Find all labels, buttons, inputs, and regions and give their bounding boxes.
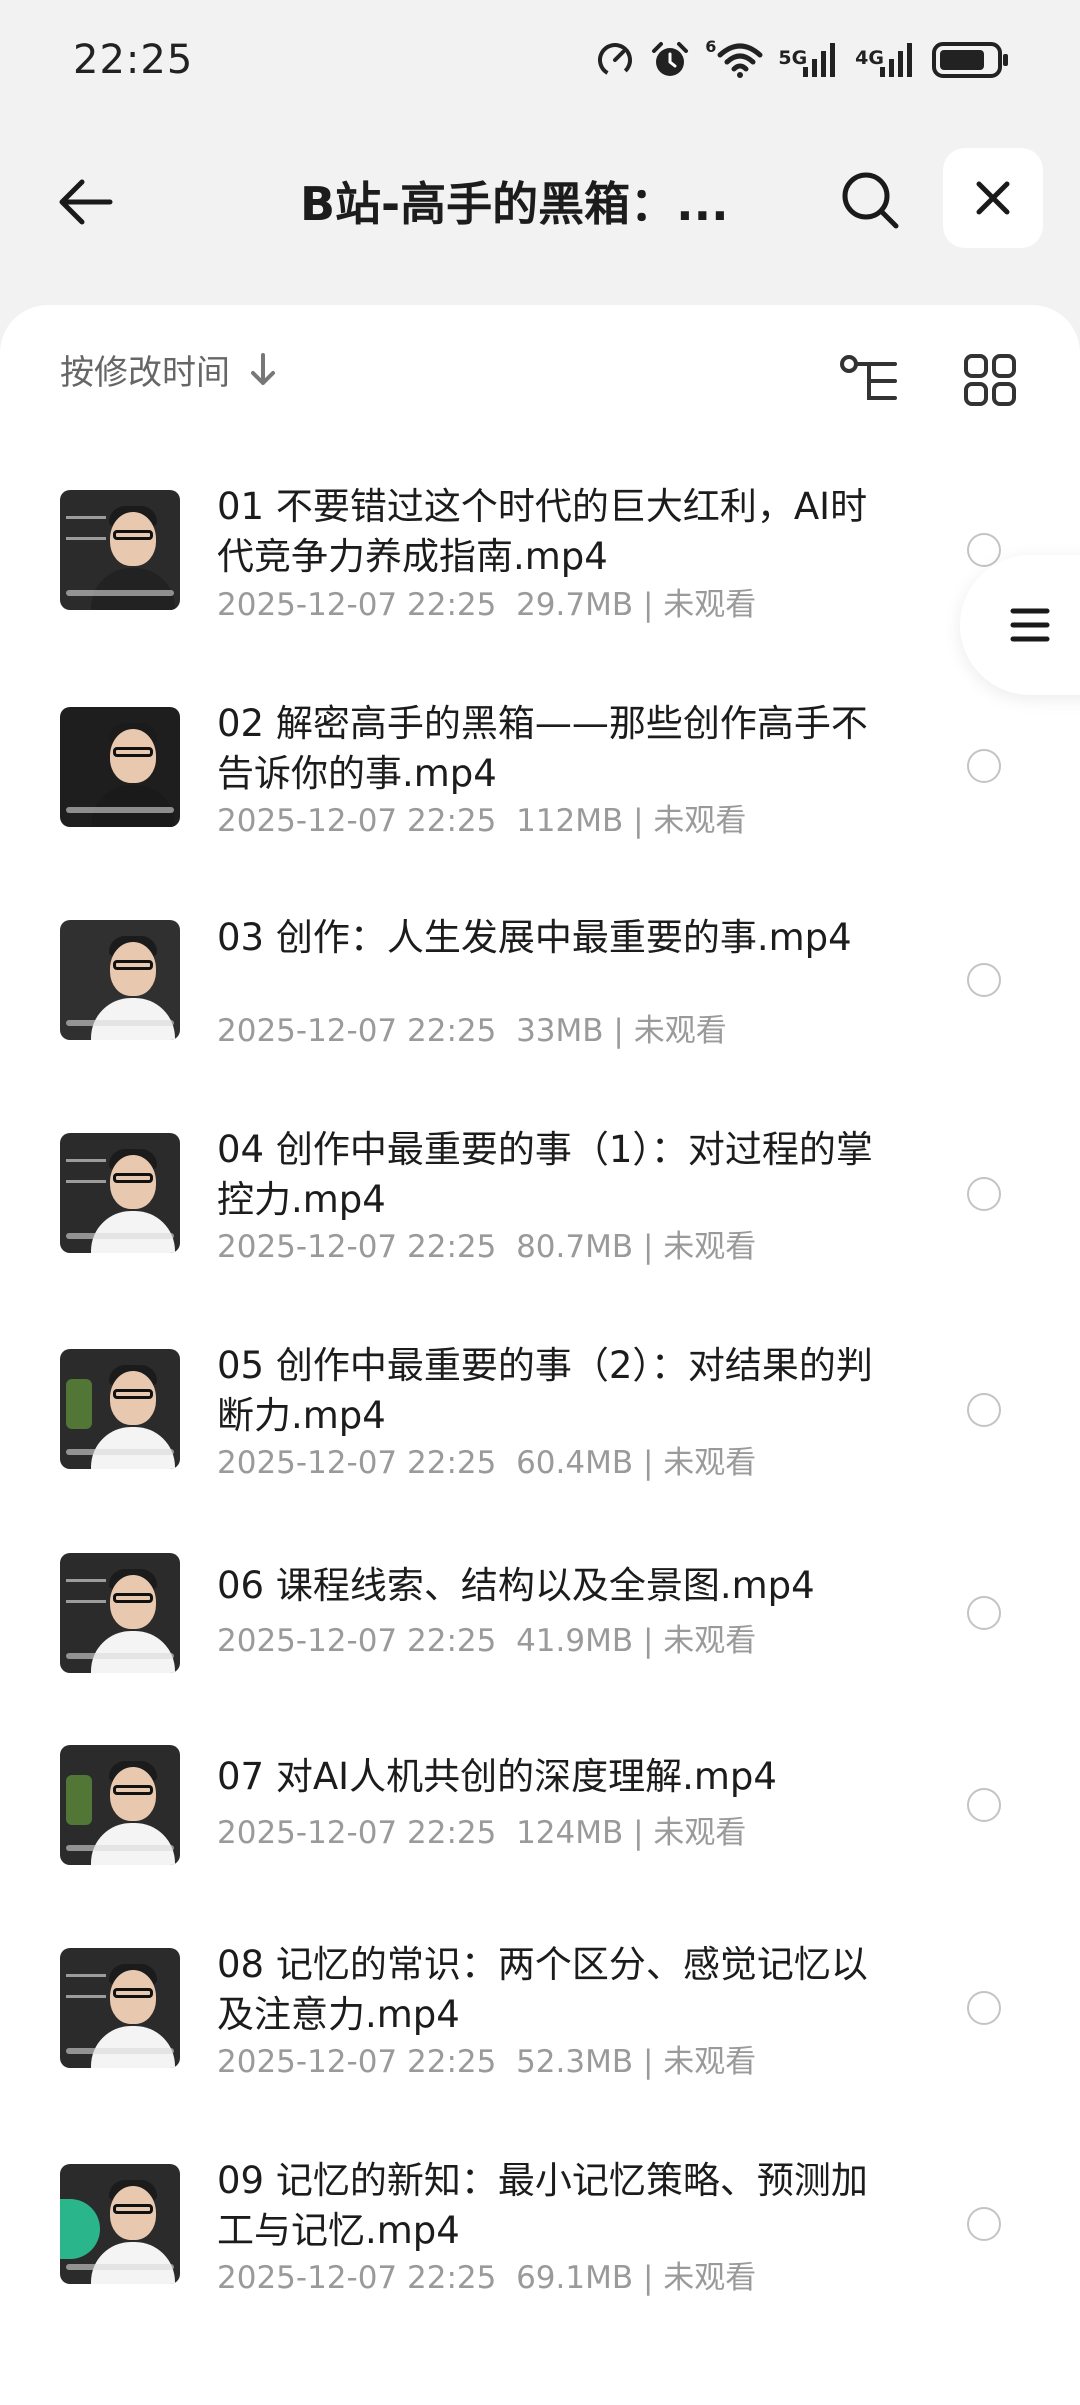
file-size: 41.9MB <box>516 1623 634 1659</box>
file-meta: 2025-12-07 22:25 124MB | 未观看 <box>217 1815 747 1851</box>
file-size: 69.1MB <box>516 2260 634 2296</box>
select-radio[interactable] <box>967 1788 1001 1822</box>
close-icon <box>976 181 1010 215</box>
video-thumbnail <box>60 490 180 610</box>
file-meta: 2025-12-07 22:25 33MB | 未观看 <box>217 1013 727 1049</box>
tree-view-button[interactable] <box>835 345 905 415</box>
sort-selector[interactable]: 按修改时间 <box>60 345 278 394</box>
file-meta: 2025-12-07 22:25 52.3MB | 未观看 <box>217 2044 757 2080</box>
select-radio[interactable] <box>967 749 1001 783</box>
file-size: 80.7MB <box>516 1229 634 1265</box>
video-thumbnail <box>60 1349 180 1469</box>
watch-status: 未观看 <box>663 2260 757 2296</box>
select-radio[interactable] <box>967 1177 1001 1211</box>
video-thumbnail <box>60 1745 180 1865</box>
file-date: 2025-12-07 22:25 <box>217 1445 497 1481</box>
title-bar: B站-高手的黑箱：... <box>0 140 1080 260</box>
signal-bars-icon <box>880 43 912 77</box>
net2-label: 4G <box>855 47 884 69</box>
menu-icon <box>1010 608 1050 642</box>
search-button[interactable] <box>830 160 910 240</box>
signal-bars-icon <box>803 43 836 77</box>
video-thumbnail <box>60 1553 180 1673</box>
video-thumbnail <box>60 707 180 827</box>
battery-icon <box>932 42 1008 78</box>
status-icons: 6 5G 4G <box>595 37 1010 81</box>
file-size: 124MB <box>516 1815 624 1851</box>
file-meta: 2025-12-07 22:25 112MB | 未观看 <box>217 803 747 839</box>
file-title: 04 创作中最重要的事（1）：对过程的掌控力.mp4 <box>217 1128 873 1221</box>
watch-status: 未观看 <box>663 1445 757 1481</box>
file-date: 2025-12-07 22:25 <box>217 1013 497 1049</box>
signal-5g: 5G <box>778 41 841 79</box>
file-date: 2025-12-07 22:25 <box>217 803 497 839</box>
file-title: 01 不要错过这个时代的巨大红利，AI时代竞争力养成指南.mp4 <box>217 485 868 578</box>
grid-view-button[interactable] <box>955 345 1025 415</box>
select-radio[interactable] <box>967 963 1001 997</box>
search-icon <box>842 172 899 229</box>
file-date: 2025-12-07 22:25 <box>217 1815 497 1851</box>
file-size: 112MB <box>516 803 624 839</box>
back-button[interactable] <box>45 162 125 242</box>
watch-status: 未观看 <box>663 1623 757 1659</box>
arrow-down-icon <box>251 352 275 385</box>
file-date: 2025-12-07 22:25 <box>217 587 497 623</box>
wifi-indicator: 6 <box>705 37 764 79</box>
watch-status: 未观看 <box>663 1229 757 1265</box>
file-title: 05 创作中最重要的事（2）：对结果的判断力.mp4 <box>217 1344 873 1437</box>
file-size: 60.4MB <box>516 1445 634 1481</box>
file-size: 33MB <box>516 1013 604 1049</box>
file-list-sheet: 按修改时间 01 不要错过这个时代的巨大红利，AI时代竞争力养成指南.mp4 2… <box>0 305 1080 2405</box>
video-thumbnail <box>60 920 180 1040</box>
watch-status: 未观看 <box>653 1815 747 1851</box>
status-bar: 22:25 6 5G 4G <box>0 0 1080 120</box>
file-meta: 2025-12-07 22:25 41.9MB | 未观看 <box>217 1623 757 1659</box>
page-title: B站-高手的黑箱：... <box>300 177 729 231</box>
file-title: 09 记忆的新知：最小记忆策略、预测加工与记忆.mp4 <box>217 2159 868 2252</box>
watch-status: 未观看 <box>663 2044 757 2080</box>
file-size: 29.7MB <box>516 587 634 623</box>
signal-4g: 4G <box>855 41 918 79</box>
file-date: 2025-12-07 22:25 <box>217 1229 497 1265</box>
file-title: 08 记忆的常识：两个区分、感觉记忆以及注意力.mp4 <box>217 1943 868 2036</box>
wifi-icon <box>717 43 763 78</box>
status-time: 22:25 <box>73 37 194 83</box>
file-size: 52.3MB <box>516 2044 634 2080</box>
tree-view-icon <box>840 355 897 400</box>
grid-view-icon <box>964 354 1016 406</box>
watch-status: 未观看 <box>663 587 757 623</box>
watch-status: 未观看 <box>633 1013 727 1049</box>
select-radio[interactable] <box>967 1991 1001 2025</box>
speed-icon <box>598 43 633 77</box>
file-title: 02 解密高手的黑箱——那些创作高手不告诉你的事.mp4 <box>217 702 868 795</box>
alarm-icon <box>652 42 689 76</box>
file-meta: 2025-12-07 22:25 69.1MB | 未观看 <box>217 2260 757 2296</box>
file-meta: 2025-12-07 22:25 60.4MB | 未观看 <box>217 1445 757 1481</box>
select-radio[interactable] <box>967 533 1001 567</box>
file-date: 2025-12-07 22:25 <box>217 2260 497 2296</box>
file-title: 06 课程线索、结构以及全景图.mp4 <box>217 1564 815 1607</box>
sort-label: 按修改时间 <box>60 353 230 393</box>
select-radio[interactable] <box>967 1393 1001 1427</box>
video-thumbnail <box>60 1948 180 2068</box>
select-radio[interactable] <box>967 2207 1001 2241</box>
watch-status: 未观看 <box>653 803 747 839</box>
video-thumbnail <box>60 1133 180 1253</box>
arrow-left-icon <box>59 179 113 225</box>
wifi-sup: 6 <box>705 37 717 56</box>
file-date: 2025-12-07 22:25 <box>217 1623 497 1659</box>
file-meta: 2025-12-07 22:25 29.7MB | 未观看 <box>217 587 757 623</box>
video-thumbnail <box>60 2164 180 2284</box>
file-title: 07 对AI人机共创的深度理解.mp4 <box>217 1755 777 1798</box>
file-meta: 2025-12-07 22:25 80.7MB | 未观看 <box>217 1229 757 1265</box>
close-button[interactable] <box>943 148 1043 248</box>
file-date: 2025-12-07 22:25 <box>217 2044 497 2080</box>
select-radio[interactable] <box>967 1596 1001 1630</box>
file-title: 03 创作：人生发展中最重要的事.mp4 <box>217 916 852 959</box>
net1-label: 5G <box>778 47 808 69</box>
